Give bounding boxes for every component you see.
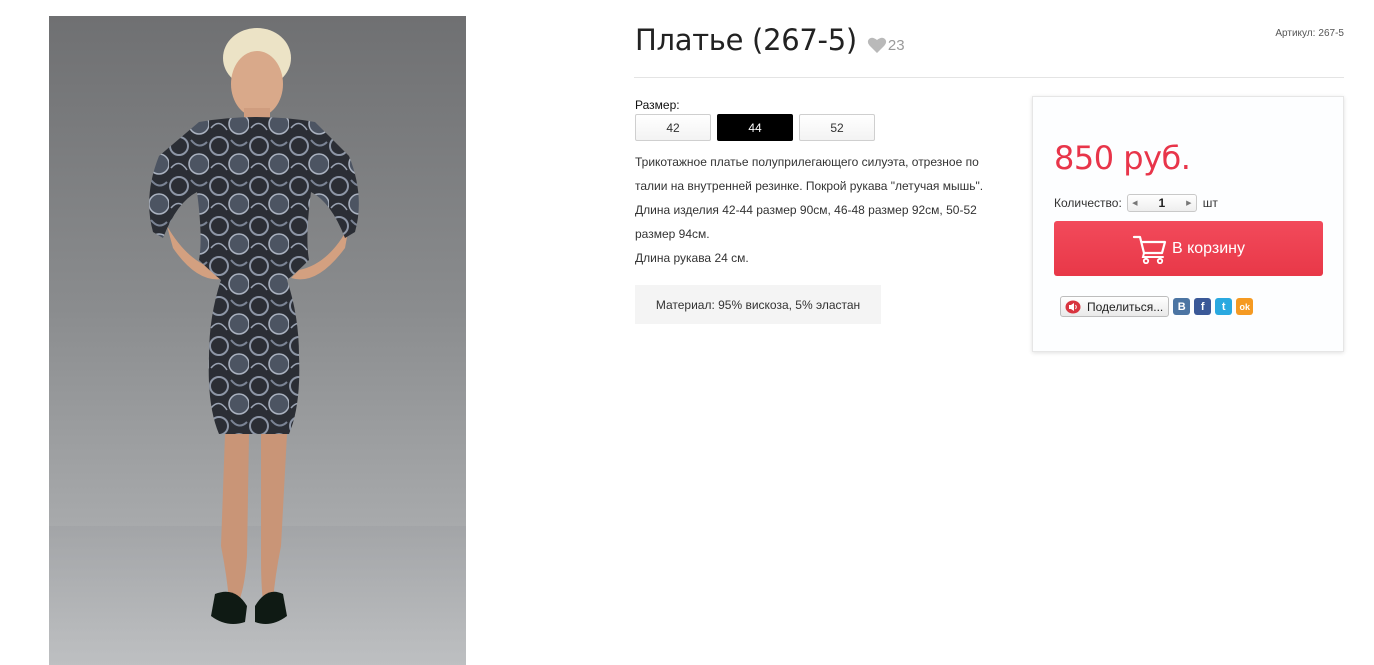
- likes-count: 23: [887, 36, 905, 54]
- odnoklassniki-icon[interactable]: ok: [1236, 298, 1254, 315]
- add-to-cart-button[interactable]: В корзину: [1054, 221, 1323, 276]
- size-option-42[interactable]: 42: [635, 114, 711, 141]
- like-button[interactable]: 23: [867, 36, 905, 54]
- add-to-cart-label: В корзину: [1171, 239, 1246, 257]
- sku: Артикул: 267-5: [1275, 28, 1344, 39]
- heart-icon: [867, 37, 886, 53]
- share-button[interactable]: Поделиться...: [1060, 296, 1170, 317]
- description-line: Длина рукава 24 см.: [635, 251, 749, 265]
- size-selector: 42 44 52: [635, 114, 875, 141]
- description-line: Длина изделия 42-44 размер 90см, 46-48 р…: [635, 203, 977, 241]
- size-option-52[interactable]: 52: [799, 114, 875, 141]
- quantity-row: Количество: ◀ ▶ шт: [1054, 194, 1218, 212]
- quantity-unit: шт: [1202, 196, 1218, 210]
- quantity-increase-button[interactable]: ▶: [1182, 195, 1196, 211]
- quantity-stepper: ◀ ▶: [1126, 194, 1197, 212]
- size-option-44[interactable]: 44: [717, 114, 793, 141]
- size-label: Размер:: [635, 98, 680, 112]
- product-photo[interactable]: [49, 16, 466, 665]
- share-label: Поделиться...: [1087, 299, 1164, 314]
- vk-icon[interactable]: B: [1173, 298, 1191, 315]
- header-divider: [634, 77, 1344, 78]
- description-line: Трикотажное платье полуприлегающего силу…: [635, 155, 984, 193]
- sku-label: Артикул:: [1275, 28, 1316, 39]
- quantity-decrease-button[interactable]: ◀: [1128, 195, 1142, 211]
- share-row: Поделиться... B f t ok: [1060, 296, 1254, 317]
- product-description: Трикотажное платье полуприлегающего силу…: [635, 150, 1005, 270]
- material-info: Материал: 95% вискоза, 5% эластан: [635, 285, 881, 324]
- product-title: Платье (267-5): [635, 23, 857, 57]
- twitter-icon[interactable]: t: [1215, 298, 1233, 315]
- speaker-icon: [1065, 300, 1081, 313]
- buy-box: 850 руб. Количество: ◀ ▶ шт В корзину По…: [1032, 96, 1344, 352]
- sku-value: 267-5: [1318, 28, 1344, 39]
- cart-icon: [1132, 235, 1167, 264]
- price: 850 руб.: [1054, 139, 1191, 177]
- quantity-input[interactable]: [1141, 196, 1182, 210]
- facebook-icon[interactable]: f: [1194, 298, 1212, 315]
- quantity-label: Количество:: [1054, 196, 1122, 210]
